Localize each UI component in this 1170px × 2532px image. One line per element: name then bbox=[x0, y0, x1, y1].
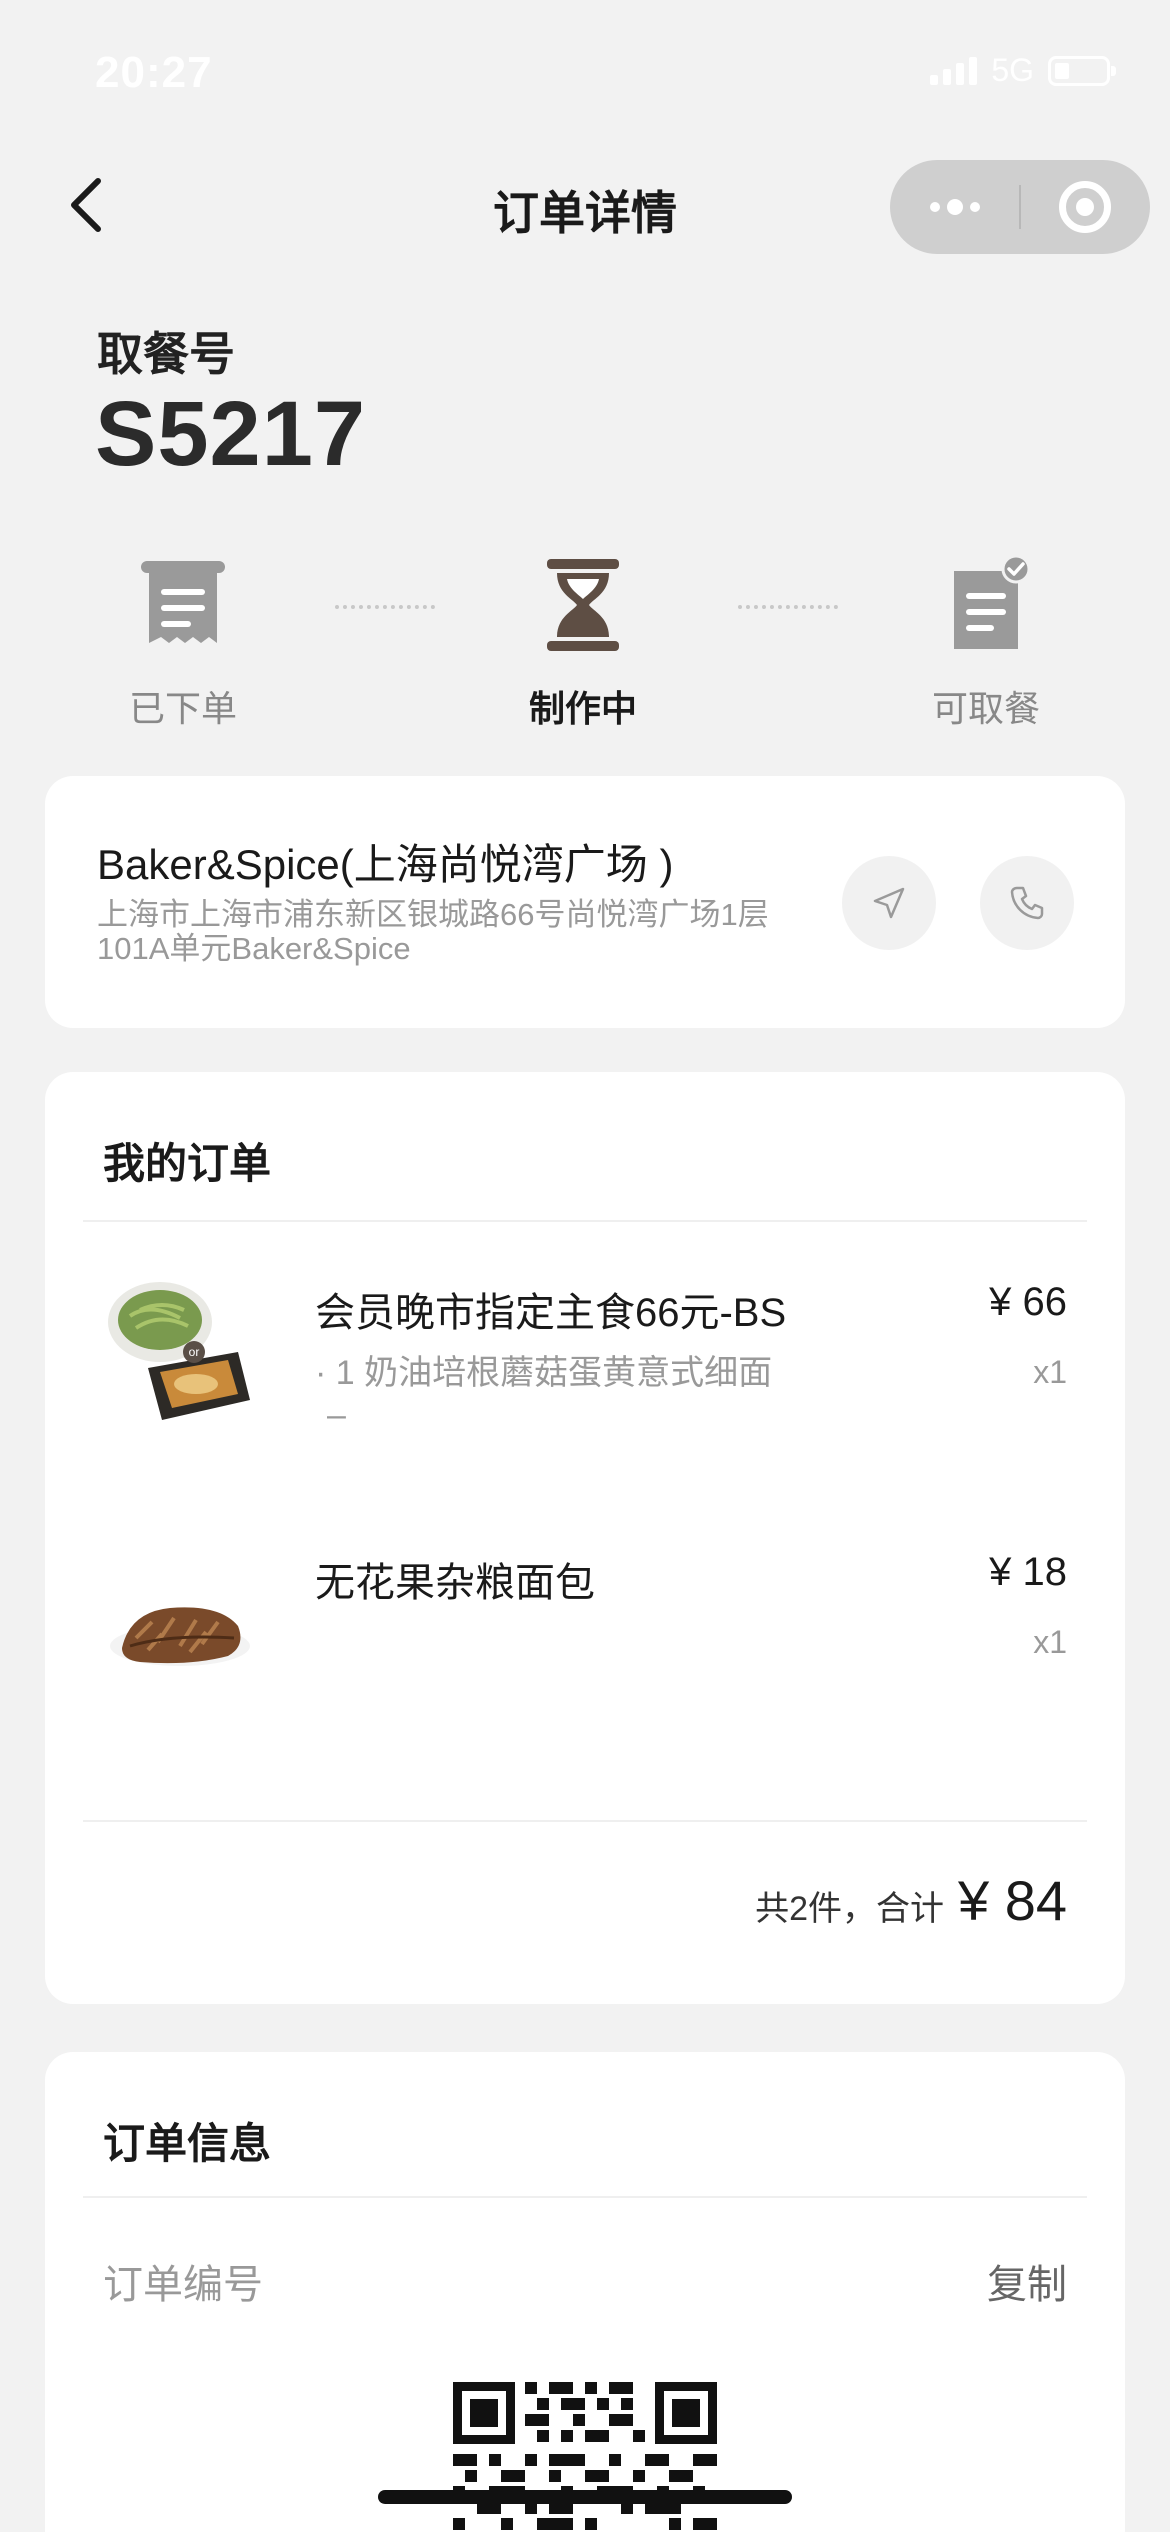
divider bbox=[83, 1820, 1087, 1822]
hourglass-icon bbox=[547, 559, 619, 651]
step-preparing: 制作中 bbox=[483, 550, 683, 732]
order-number-label: 订单编号 bbox=[103, 2263, 263, 2307]
step-label: 可取餐 bbox=[931, 688, 1040, 729]
summary-count: 共2件，合计 bbox=[755, 1890, 944, 1928]
order-item[interactable]: 无花果杂粮面包 ¥ 18 x1 bbox=[45, 1542, 1125, 1772]
order-item[interactable]: or 会员晚市指定主食66元-BS · 1 奶油培根蘑菇蛋黄意式细面 – ¥ 6… bbox=[45, 1272, 1125, 1502]
qr-code bbox=[453, 2382, 717, 2530]
target-icon bbox=[1059, 181, 1112, 233]
item-option: · 1 奶油培根蘑菇蛋黄意式细面 – bbox=[315, 1352, 772, 1436]
item-price: ¥ 18 bbox=[989, 1550, 1067, 1594]
status-time: 20:27 bbox=[95, 48, 213, 97]
call-button[interactable] bbox=[980, 856, 1074, 950]
item-name: 会员晚市指定主食66元-BS bbox=[315, 1291, 787, 1335]
receipt-icon bbox=[141, 561, 225, 643]
step-connector bbox=[738, 605, 838, 609]
copy-button[interactable]: 复制 bbox=[987, 2252, 1067, 2310]
step-connector bbox=[335, 605, 435, 609]
divider bbox=[83, 1220, 1087, 1222]
item-name: 无花果杂粮面包 bbox=[315, 1561, 595, 1605]
more-dots-icon bbox=[929, 199, 980, 215]
miniprogram-capsule bbox=[890, 160, 1150, 254]
item-price: ¥ 66 bbox=[989, 1280, 1067, 1324]
home-indicator[interactable] bbox=[378, 2490, 792, 2504]
summary-total: ¥ 84 bbox=[958, 1869, 1067, 1932]
status-indicators: 5G bbox=[930, 52, 1116, 89]
product-thumbnail: or bbox=[108, 1282, 250, 1420]
store-name: Baker&Spice(上海尚悦湾广场 ) bbox=[97, 841, 674, 888]
pickup-label: 取餐号 bbox=[97, 328, 235, 380]
item-qty: x1 bbox=[1033, 1624, 1067, 1660]
info-section-title: 订单信息 bbox=[103, 2120, 272, 2167]
step-label: 制作中 bbox=[528, 688, 637, 729]
svg-text:or: or bbox=[189, 1345, 200, 1359]
order-summary: 共2件，合计 ¥ 84 bbox=[755, 1868, 1067, 1933]
item-option-text: · 1 奶油培根蘑菇蛋黄意式细面 bbox=[315, 1354, 773, 1392]
pickup-number: S5217 bbox=[95, 383, 367, 485]
item-qty: x1 bbox=[1033, 1354, 1067, 1390]
product-thumbnail bbox=[110, 1607, 250, 1666]
navigate-button[interactable] bbox=[842, 856, 936, 950]
nav-bar: 订单详情 bbox=[0, 155, 1170, 255]
network-type: 5G bbox=[991, 52, 1034, 88]
signal-icon bbox=[930, 56, 978, 85]
phone-icon bbox=[1010, 886, 1044, 920]
store-card: Baker&Spice(上海尚悦湾广场 ) 上海市上海市浦东新区银城路66号尚悦… bbox=[45, 776, 1125, 1028]
order-card: 我的订单 or 会员晚市指定主食66元-BS · 1 奶油培根蘑菇蛋黄意式细面 … bbox=[45, 1072, 1125, 2004]
battery-icon bbox=[1048, 55, 1116, 86]
order-info-card: 订单信息 订单编号 复制 bbox=[45, 2052, 1125, 2532]
item-option-extra: – bbox=[327, 1396, 346, 1434]
more-button[interactable] bbox=[890, 160, 1019, 254]
navigation-arrow-icon bbox=[873, 887, 905, 919]
step-label: 已下单 bbox=[128, 688, 237, 729]
step-ordered: 已下单 bbox=[83, 550, 283, 732]
document-check-icon bbox=[954, 555, 1031, 649]
step-ready: 可取餐 bbox=[886, 550, 1086, 732]
divider bbox=[83, 2196, 1087, 2198]
order-section-title: 我的订单 bbox=[103, 1140, 272, 1187]
order-progress: 已下单 制作中 可取餐 bbox=[0, 550, 1170, 730]
close-miniprogram-button[interactable] bbox=[1021, 160, 1150, 254]
store-address: 上海市上海市浦东新区银城路66号尚悦湾广场1层101A单元Baker&Spice bbox=[97, 897, 769, 966]
status-bar: 20:27 5G bbox=[0, 0, 1170, 150]
